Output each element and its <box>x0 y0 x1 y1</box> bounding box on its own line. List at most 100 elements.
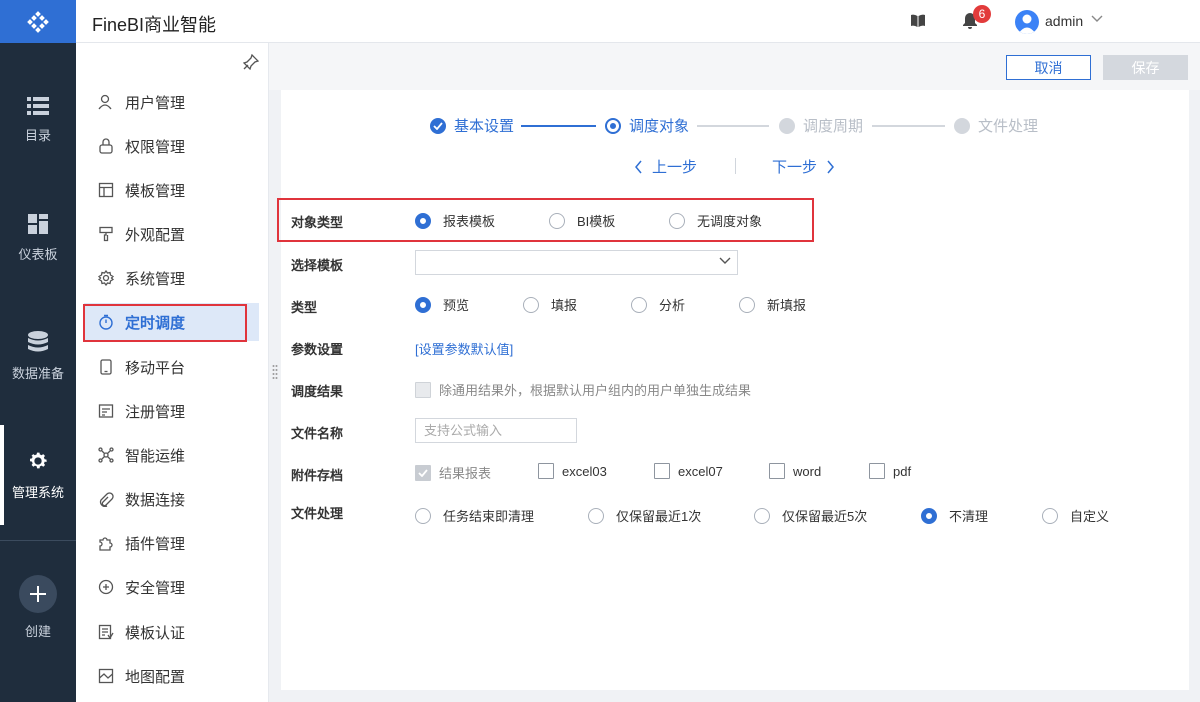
object-type-option-bi[interactable]: BI模板 <box>549 211 615 230</box>
drag-handle-icon[interactable] <box>272 364 278 380</box>
menu-item-label: 移动平台 <box>125 359 186 377</box>
checkbox[interactable] <box>654 463 670 479</box>
radio[interactable] <box>523 296 539 313</box>
type-option-analysis[interactable]: 分析 <box>631 295 685 314</box>
attachment-option-word[interactable]: word <box>769 463 821 479</box>
step-schedule-period[interactable]: 调度周期 <box>779 115 863 136</box>
app-logo[interactable] <box>0 0 76 43</box>
file-name-input[interactable] <box>415 418 577 443</box>
file-processing-option-custom[interactable]: 自定义 <box>1042 506 1109 525</box>
checkbox-checked-disabled[interactable] <box>415 464 431 481</box>
menu-item-appearance[interactable]: 外观配置 <box>84 215 259 253</box>
type-option-fill[interactable]: 填报 <box>523 295 577 314</box>
rail-item-management[interactable]: 管理系统 <box>0 425 76 525</box>
menu-item-ops[interactable]: 智能运维 <box>84 436 259 474</box>
radio[interactable] <box>754 507 770 524</box>
option-label: 预览 <box>443 298 470 313</box>
radio-selected[interactable] <box>415 296 431 313</box>
chevron-down-icon[interactable] <box>1091 15 1103 23</box>
menu-item-mobile[interactable]: 移动平台 <box>84 348 259 386</box>
checkbox[interactable] <box>538 463 554 479</box>
object-type-option-report[interactable]: 报表模板 <box>415 211 495 230</box>
radio[interactable] <box>415 507 431 524</box>
pin-icon[interactable] <box>243 54 259 70</box>
type-option-preview[interactable]: 预览 <box>415 295 469 314</box>
attachment-option-result-report[interactable]: 结果报表 <box>415 463 491 482</box>
attachment-option-pdf[interactable]: pdf <box>869 463 911 479</box>
result-label: 调度结果 <box>291 384 344 399</box>
menu-item-data-connection[interactable]: 数据连接 <box>84 480 259 518</box>
radio[interactable] <box>549 212 565 229</box>
prev-step-button[interactable]: 上一步 <box>634 156 697 177</box>
object-type-option-none[interactable]: 无调度对象 <box>669 211 762 230</box>
menu-item-registration[interactable]: 注册管理 <box>84 392 259 430</box>
chevron-right-icon <box>827 160 834 173</box>
avatar[interactable] <box>1015 10 1039 34</box>
step-label: 调度对象 <box>629 118 690 135</box>
attachment-option-excel07[interactable]: excel07 <box>654 463 723 479</box>
type-label: 类型 <box>291 300 318 315</box>
radio-selected[interactable] <box>415 212 431 229</box>
database-icon <box>28 330 48 351</box>
radio[interactable] <box>669 212 685 229</box>
radio[interactable] <box>739 296 755 313</box>
menu-item-permissions[interactable]: 权限管理 <box>84 127 259 165</box>
gear-icon <box>97 269 115 287</box>
menu-item-security[interactable]: 安全管理 <box>84 568 259 606</box>
menu-item-scheduling[interactable]: 定时调度 <box>84 303 259 341</box>
checkbox[interactable] <box>769 463 785 479</box>
menu-item-map[interactable]: 地图配置 <box>84 657 259 695</box>
step-label: 文件处理 <box>978 118 1039 135</box>
mobile-icon <box>97 358 115 376</box>
menu-item-label: 安全管理 <box>125 579 186 597</box>
nav-separator <box>735 158 736 174</box>
menu-item-users[interactable]: 用户管理 <box>84 83 259 121</box>
rail-item-data-prep[interactable]: 数据准备 <box>0 306 76 406</box>
step-schedule-object[interactable]: 调度对象 <box>605 115 689 136</box>
cancel-button[interactable]: 取消 <box>1006 55 1091 80</box>
file-processing-option-keep5[interactable]: 仅保留最近5次 <box>754 506 867 525</box>
step-todo-icon <box>954 117 970 134</box>
radio-selected[interactable] <box>921 507 937 524</box>
file-processing-label: 文件处理 <box>291 506 344 521</box>
book-icon[interactable] <box>910 13 926 29</box>
template-select[interactable] <box>415 250 738 275</box>
option-label: 无调度对象 <box>697 214 763 229</box>
app-title: FineBI商业智能 <box>92 15 217 35</box>
rail-item-label: 管理系统 <box>11 484 64 500</box>
menu-item-template-cert[interactable]: 模板认证 <box>84 613 259 651</box>
file-processing-option-clean[interactable]: 任务结束即清理 <box>415 506 534 525</box>
result-option[interactable]: 除通用结果外，根据默认用户组内的用户单独生成结果 <box>415 380 751 399</box>
attachment-option-excel03[interactable]: excel03 <box>538 463 607 479</box>
save-button[interactable]: 保存 <box>1103 55 1188 80</box>
logo-icon <box>27 10 49 33</box>
menu-item-label: 数据连接 <box>125 491 186 509</box>
type-option-new-fill[interactable]: 新填报 <box>739 295 806 314</box>
file-name-label: 文件名称 <box>291 426 344 441</box>
select-template-label: 选择模板 <box>291 258 344 273</box>
menu-item-plugins[interactable]: 插件管理 <box>84 524 259 562</box>
register-icon <box>97 402 115 420</box>
option-label: pdf <box>893 463 912 479</box>
radio[interactable] <box>588 507 604 524</box>
step-basic-settings[interactable]: 基本设置 <box>430 115 514 136</box>
checkbox-disabled[interactable] <box>415 381 431 398</box>
gear-icon <box>30 452 47 468</box>
left-rail: 目录 仪表板 数据准备 管理系统 创建 <box>0 0 76 702</box>
menu-item-label: 权限管理 <box>125 138 186 156</box>
rail-item-dashboard[interactable]: 仪表板 <box>0 188 76 288</box>
menu-item-templates[interactable]: 模板管理 <box>84 171 259 209</box>
set-params-link[interactable]: [设置参数默认值] <box>415 339 513 358</box>
radio[interactable] <box>631 296 647 313</box>
option-label: 新填报 <box>767 298 807 313</box>
step-file-processing[interactable]: 文件处理 <box>954 115 1038 136</box>
checkbox[interactable] <box>869 463 885 479</box>
radio[interactable] <box>1042 507 1058 524</box>
user-name[interactable]: admin <box>1045 13 1083 29</box>
file-processing-option-keep1[interactable]: 仅保留最近1次 <box>588 506 701 525</box>
file-processing-option-no-clean[interactable]: 不清理 <box>921 506 988 525</box>
next-step-button[interactable]: 下一步 <box>772 156 835 177</box>
menu-item-system[interactable]: 系统管理 <box>84 259 259 297</box>
rail-item-catalog[interactable]: 目录 <box>0 70 76 170</box>
create-button[interactable]: 创建 <box>0 575 76 640</box>
